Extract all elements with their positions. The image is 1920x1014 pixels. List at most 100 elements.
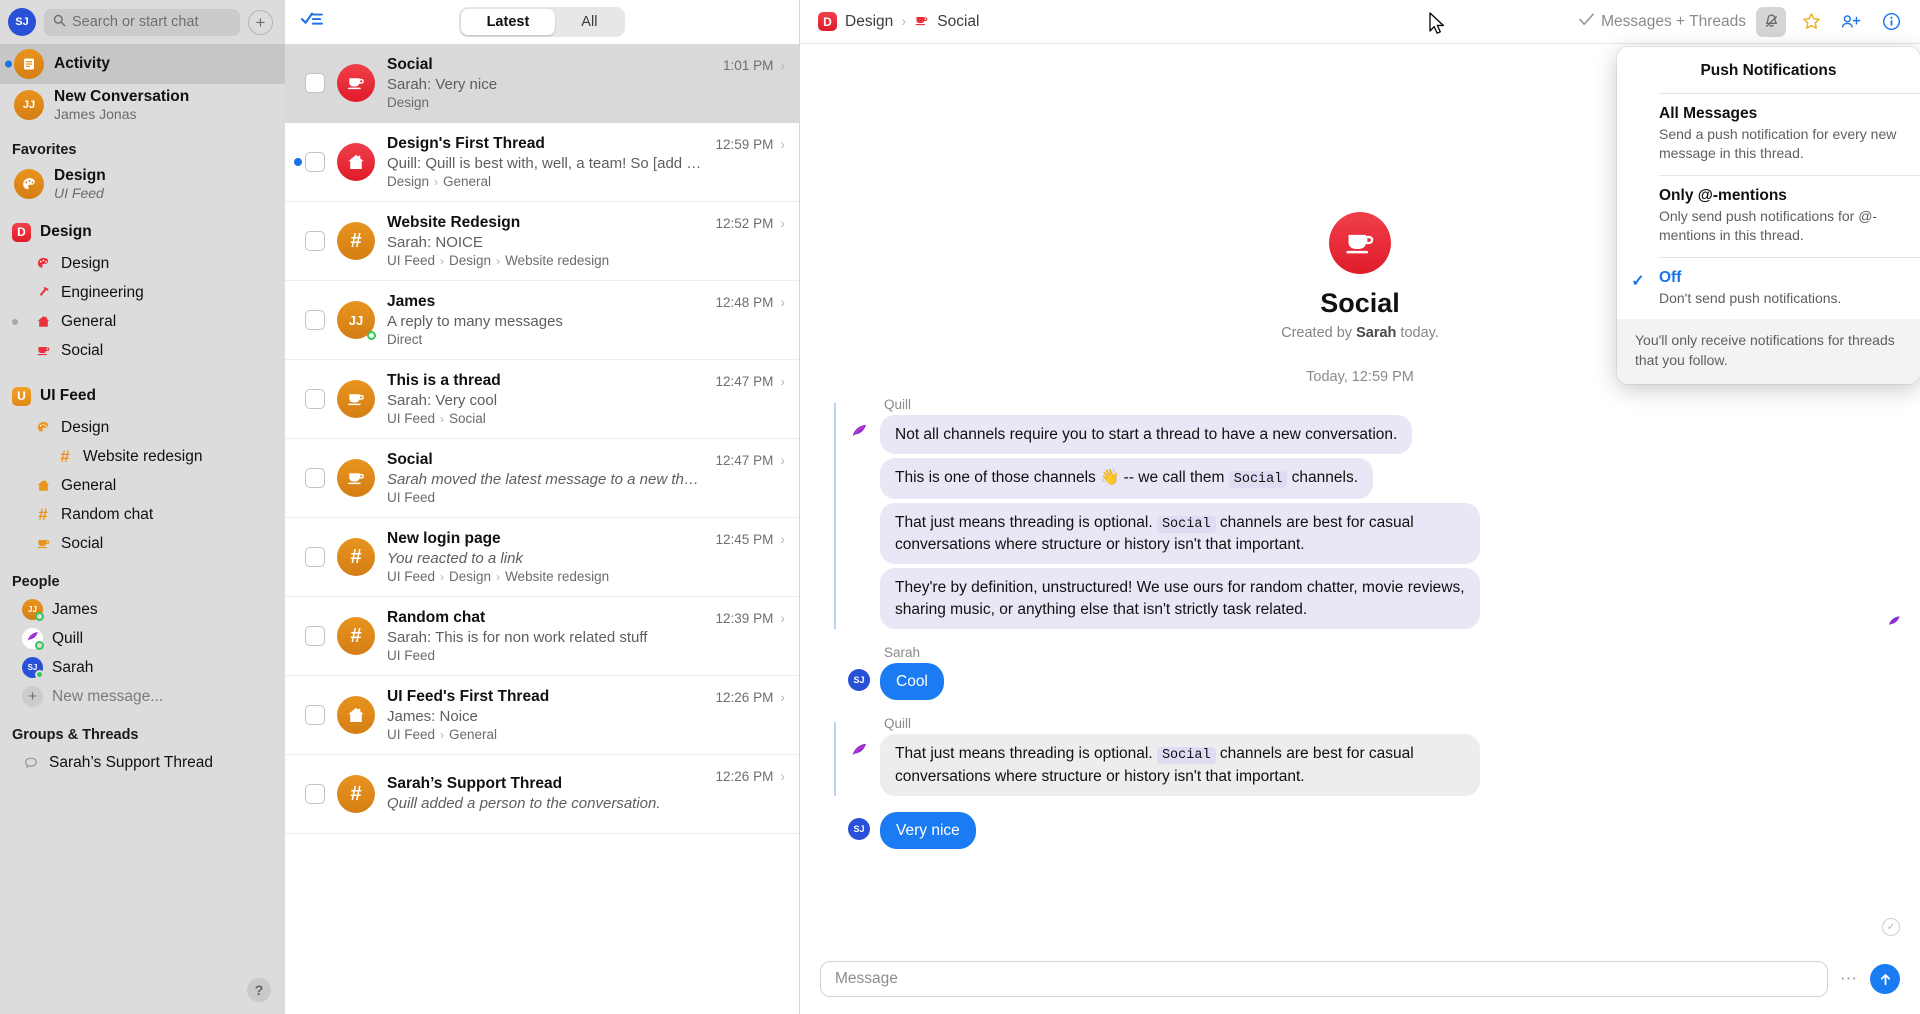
message-input[interactable]: Message bbox=[820, 961, 1828, 997]
sidebar-person-sarah[interactable]: SJ Sarah bbox=[0, 653, 285, 682]
list-item-time: 12:26 PM bbox=[715, 689, 774, 705]
sidebar-item-support-thread[interactable]: Sarah’s Support Thread bbox=[0, 748, 285, 777]
messages-threads-filter[interactable]: Messages + Threads bbox=[1579, 13, 1746, 31]
tab-latest[interactable]: Latest bbox=[460, 9, 556, 35]
sidebar-person-quill[interactable]: Quill bbox=[0, 624, 285, 653]
row-checkbox[interactable] bbox=[305, 310, 325, 330]
sidebar-channel-random-chat[interactable]: # Random chat bbox=[0, 500, 285, 529]
ellipsis-icon[interactable]: ⋯ bbox=[1840, 969, 1858, 989]
avatar: SJ bbox=[22, 657, 44, 679]
row-checkbox[interactable] bbox=[305, 705, 325, 725]
avatar[interactable]: SJ bbox=[8, 8, 36, 36]
list-item-time: 12:52 PM bbox=[715, 215, 774, 231]
channel-label: Social bbox=[61, 534, 104, 552]
list-item[interactable]: Social Sarah moved the latest message to … bbox=[285, 439, 799, 518]
popover-option-off[interactable]: ✓ Off Don't send push notifications. bbox=[1617, 258, 1920, 320]
sidebar-channel-website-redesign[interactable]: # Website redesign bbox=[0, 442, 285, 471]
chevron-right-icon[interactable]: › bbox=[780, 531, 785, 547]
sidebar-channel-uifeed-design[interactable]: Design bbox=[0, 413, 285, 442]
sidebar-item-favorite-design[interactable]: Design UI Feed bbox=[0, 163, 285, 205]
message-line: Not all channels require you to start a … bbox=[848, 415, 1890, 633]
row-checkbox[interactable] bbox=[305, 73, 325, 93]
workspace-ui-feed[interactable]: U UI Feed bbox=[0, 379, 285, 413]
breadcrumb-channel[interactable]: Social bbox=[937, 13, 979, 31]
person-label: Quill bbox=[52, 629, 84, 647]
row-checkbox[interactable] bbox=[305, 626, 325, 646]
quill-icon bbox=[848, 740, 870, 762]
popover-option-only-mentions[interactable]: Only @-mentions Only send push notificat… bbox=[1617, 176, 1920, 257]
info-icon[interactable] bbox=[1876, 7, 1906, 37]
quill-icon bbox=[848, 421, 870, 443]
sidebar-channel-engineering[interactable]: Engineering bbox=[0, 278, 285, 307]
chevron-right-icon: › bbox=[440, 411, 445, 426]
list-item[interactable]: Social Sarah: Very nice Design 1:01 PM › bbox=[285, 44, 799, 123]
thread-indicator bbox=[834, 722, 836, 796]
option-label: Off bbox=[1659, 268, 1682, 286]
row-checkbox[interactable] bbox=[305, 152, 325, 172]
message-group: Quill That just means threading is option… bbox=[800, 716, 1920, 800]
sidebar-channel-uifeed-social[interactable]: Social bbox=[0, 529, 285, 558]
new-message-button[interactable]: + New message... bbox=[0, 682, 285, 711]
list-item[interactable]: This is a thread Sarah: Very cool UI Feed ›… bbox=[285, 360, 799, 439]
chevron-right-icon[interactable]: › bbox=[780, 452, 785, 468]
breadcrumb-segment: UI Feed bbox=[387, 727, 436, 742]
list-item[interactable]: UI Feed's First Thread James: Noice UI Fee… bbox=[285, 676, 799, 755]
chevron-right-icon[interactable]: › bbox=[780, 689, 785, 705]
created-by-name: Sarah bbox=[1356, 325, 1397, 341]
composer-placeholder: Message bbox=[835, 970, 898, 987]
row-checkbox[interactable] bbox=[305, 468, 325, 488]
help-button[interactable]: ? bbox=[247, 978, 271, 1002]
list-item-time: 12:59 PM bbox=[715, 136, 774, 152]
coffee-icon bbox=[914, 13, 929, 31]
unread-dot bbox=[5, 60, 12, 68]
list-item[interactable]: # Website Redesign Sarah: NOICE UI Feed › Des… bbox=[285, 202, 799, 281]
star-icon[interactable] bbox=[1796, 7, 1826, 37]
chevron-right-icon[interactable]: › bbox=[780, 57, 785, 73]
channel-label: General bbox=[61, 312, 117, 330]
sidebar-person-james[interactable]: JJ James bbox=[0, 595, 285, 624]
list-item-preview: Quill added a person to the conversation… bbox=[387, 794, 661, 812]
avatar: JJ bbox=[22, 599, 44, 621]
tab-all[interactable]: All bbox=[555, 9, 623, 35]
breadcrumb-segment: General bbox=[443, 174, 492, 189]
sidebar-channel-general[interactable]: General bbox=[0, 307, 285, 336]
row-checkbox[interactable] bbox=[305, 547, 325, 567]
sidebar-channel-social[interactable]: Social bbox=[0, 336, 285, 365]
coffee-icon bbox=[337, 64, 375, 102]
sidebar-item-activity[interactable]: Activity bbox=[0, 44, 285, 84]
avatar: JJ bbox=[337, 301, 376, 340]
search-input[interactable]: Search or start chat bbox=[44, 8, 240, 36]
message-group: Sarah SJ Cool bbox=[800, 645, 1920, 704]
send-up-icon[interactable] bbox=[1870, 964, 1900, 994]
favorite-subtitle: UI Feed bbox=[54, 184, 104, 201]
chevron-right-icon[interactable]: › bbox=[780, 136, 785, 152]
chevron-right-icon[interactable]: › bbox=[780, 768, 785, 784]
chevron-right-icon: › bbox=[440, 253, 445, 268]
sidebar-channel-uifeed-general[interactable]: General bbox=[0, 471, 285, 500]
list-item[interactable]: # Sarah’s Support Thread Quill added a per… bbox=[285, 755, 799, 834]
sidebar-item-new-conversation[interactable]: JJ New Conversation James Jonas bbox=[0, 84, 285, 126]
add-people-icon[interactable] bbox=[1836, 7, 1866, 37]
list-item-breadcrumb: UI Feed bbox=[387, 648, 704, 663]
workspace-design[interactable]: D Design bbox=[0, 215, 285, 249]
chevron-right-icon[interactable]: › bbox=[780, 215, 785, 231]
checklist-icon[interactable] bbox=[300, 10, 323, 35]
push-notifications-popover: Push Notifications All Messages Send a p… bbox=[1617, 47, 1920, 385]
list-item[interactable]: Design's First Thread Quill: Quill is bes… bbox=[285, 123, 799, 202]
row-checkbox[interactable] bbox=[305, 784, 325, 804]
sidebar: SJ Search or start chat + Activity JJ Ne… bbox=[0, 0, 285, 1014]
list-item[interactable]: JJ James A reply to many messages Direct 12:… bbox=[285, 281, 799, 360]
new-chat-button[interactable]: + bbox=[248, 9, 273, 35]
messages-container: Quill Not all channels require you to sta… bbox=[800, 385, 1920, 853]
breadcrumb-workspace[interactable]: Design bbox=[845, 13, 893, 31]
sidebar-channel-design[interactable]: Design bbox=[0, 249, 285, 278]
chevron-right-icon[interactable]: › bbox=[780, 610, 785, 626]
list-item[interactable]: # New login page You reacted to a link UI F… bbox=[285, 518, 799, 597]
row-checkbox[interactable] bbox=[305, 389, 325, 409]
bell-icon[interactable] bbox=[1756, 6, 1786, 37]
row-checkbox[interactable] bbox=[305, 231, 325, 251]
list-item[interactable]: # Random chat Sarah: This is for non work … bbox=[285, 597, 799, 676]
chevron-right-icon[interactable]: › bbox=[780, 373, 785, 389]
popover-option-all-messages[interactable]: All Messages Send a push notification fo… bbox=[1617, 94, 1920, 175]
chevron-right-icon[interactable]: › bbox=[780, 294, 785, 310]
